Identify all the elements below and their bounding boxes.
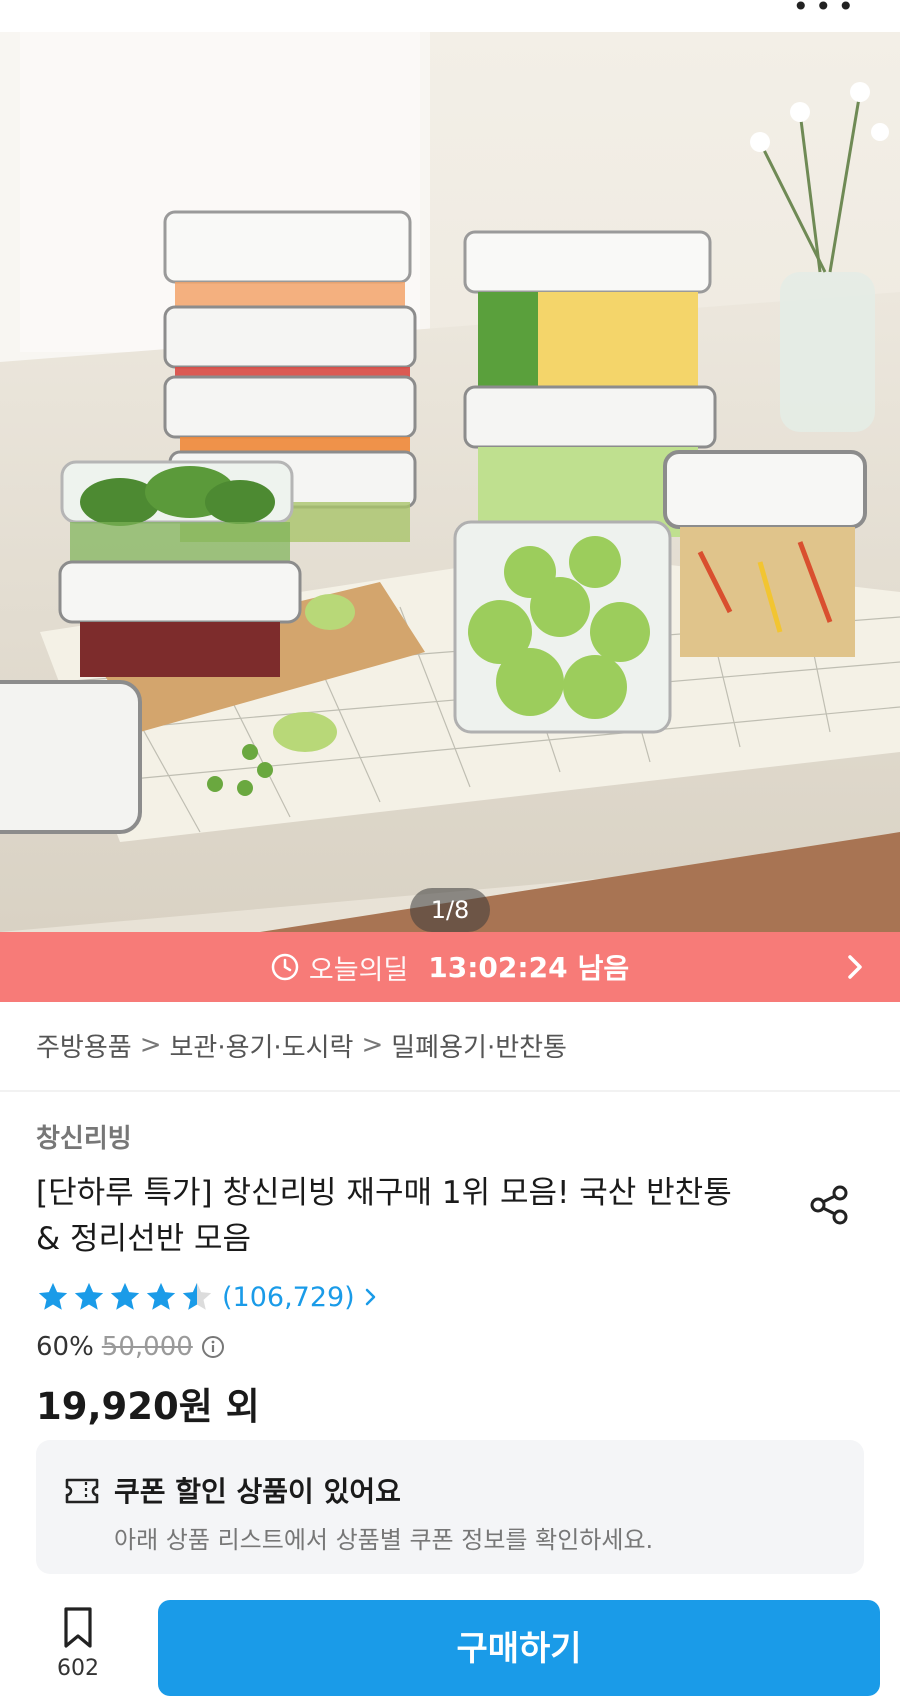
discount-percent: 60% — [36, 1332, 94, 1362]
breadcrumb-item-kitchen[interactable]: 주방용품 — [36, 1027, 132, 1064]
chevron-right-icon[interactable] — [840, 952, 870, 982]
review-count[interactable]: (106,729) — [222, 1282, 355, 1313]
chevron-right-icon — [365, 1288, 375, 1306]
coupon-notice: 쿠폰 할인 상품이 있어요 아래 상품 리스트에서 상품별 쿠폰 정보를 확인하… — [36, 1440, 864, 1574]
sale-price: 19,920원 외 — [36, 1385, 260, 1428]
menu-dots-icon: ••• — [792, 0, 860, 23]
coupon-icon — [65, 1478, 99, 1504]
discount-row: 60% 50,000 — [36, 1332, 225, 1362]
brand-name[interactable]: 창신리빙 — [36, 1118, 132, 1155]
todays-deal-bar[interactable]: 오늘의딜 13:02:24 남음 — [0, 932, 900, 1002]
share-icon[interactable] — [808, 1184, 850, 1226]
star-half-icon — [182, 1282, 212, 1310]
coupon-description: 아래 상품 리스트에서 상품별 쿠폰 정보를 확인하세요. — [114, 1526, 654, 1554]
bookmark-icon — [64, 1607, 92, 1648]
breadcrumb-item-storage[interactable]: 보관·용기·도시락 — [169, 1027, 353, 1064]
bottom-action-bar: 602 구매하기 — [0, 1592, 900, 1708]
clock-icon — [271, 953, 299, 981]
info-icon[interactable] — [201, 1335, 225, 1359]
breadcrumb-separator: > — [139, 1030, 162, 1060]
star-full-icon — [146, 1282, 176, 1310]
product-photo — [0, 32, 900, 932]
deal-remaining-label: 남음 — [577, 952, 630, 985]
coupon-title: 쿠폰 할인 상품이 있어요 — [114, 1475, 401, 1508]
bookmark-count: 602 — [57, 1656, 99, 1681]
breadcrumb-item-containers[interactable]: 밀폐용기·반찬통 — [391, 1027, 567, 1064]
deal-label: 오늘의딜 — [308, 954, 409, 986]
original-price: 50,000 — [101, 1332, 193, 1362]
image-counter: 1/8 — [410, 888, 490, 932]
buy-button[interactable]: 구매하기 — [158, 1600, 880, 1696]
breadcrumb-separator: > — [361, 1030, 384, 1060]
breadcrumb: 주방용품 > 보관·용기·도시락 > 밀폐용기·반찬통 — [36, 1020, 567, 1070]
section-divider — [0, 1090, 900, 1092]
status-strip: ••• — [0, 0, 900, 32]
rating-row[interactable]: (106,729) — [36, 1280, 381, 1314]
star-full-icon — [110, 1282, 140, 1310]
product-title: [단하루 특가] 창신리빙 재구매 1위 모음! 국산 반찬통 & 정리선반 모… — [36, 1175, 732, 1257]
star-full-icon — [74, 1282, 104, 1310]
bookmark-button[interactable]: 602 — [48, 1606, 108, 1696]
deal-countdown: 13:02:24 — [428, 950, 568, 984]
product-image-gallery[interactable]: 1/8 — [0, 32, 900, 932]
star-full-icon — [38, 1282, 68, 1310]
